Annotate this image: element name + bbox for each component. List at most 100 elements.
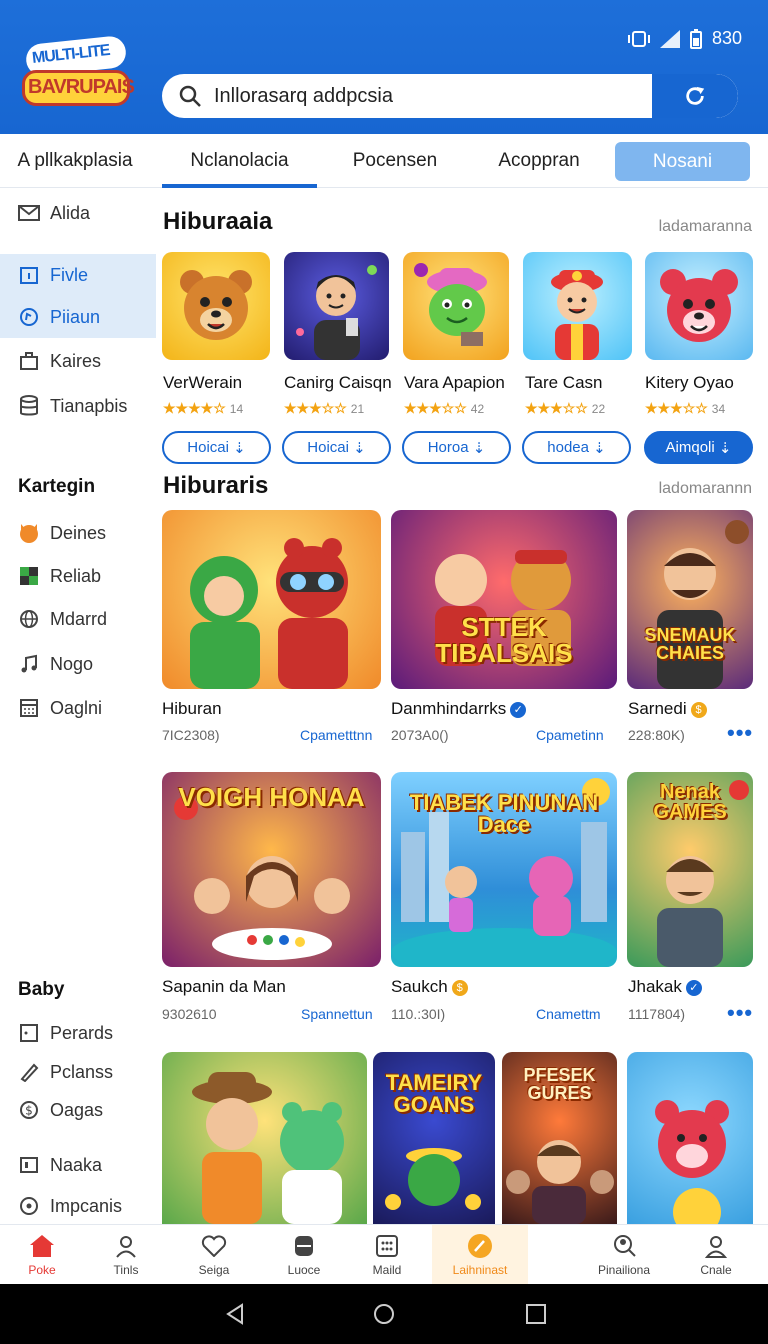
sidebar-item-mdarrd[interactable]: Mdarrd [0,598,156,640]
video-meta-4: 9302610 [162,1006,217,1022]
briefcase-icon [18,350,40,372]
thumb-title-5: TIABEK PINUNAN Dace [409,790,599,837]
sidebar-item-naaka[interactable]: Naaka [0,1144,156,1186]
video-link-1[interactable]: Cpametttnn [300,727,372,743]
refresh-icon [686,86,705,105]
video-title-2[interactable]: Danmhindarrks ✓ [391,699,527,719]
sidebar-item-perards[interactable]: Perards [0,1012,156,1054]
video-title-4[interactable]: Sapanin da Man [162,977,286,997]
more-options-icon[interactable]: ••• [727,1000,753,1026]
sidebar-item-reliab[interactable]: Reliab [0,555,156,597]
video-thumb-7[interactable] [162,1052,367,1224]
video-title-1[interactable]: Hiburan [162,699,222,719]
sidebar-item-mail[interactable]: Alida [0,192,156,234]
sidebar-item-kaires[interactable]: Kaires [0,340,156,382]
install-button-5[interactable]: Aimqoli ⇣ [644,431,753,464]
nav-item-tinls[interactable]: Tinls [86,1225,166,1285]
app-rating-3: ★★★☆☆ 42 [404,400,485,416]
circle-icon [18,1195,40,1217]
sidebar-item-deines[interactable]: Deines [0,512,156,554]
verified-icon: ✓ [510,701,527,718]
app-name-5: Kitery Oyao [645,373,734,392]
back-icon[interactable] [224,1302,248,1326]
square-icon [18,1022,40,1044]
search-icon [179,85,201,107]
tab-third[interactable]: Pocensen [330,134,460,188]
sidebar-item-oaglni[interactable]: Oaglni [0,687,156,729]
sidebar-item-tianapbis[interactable]: Tianapbis [0,385,156,427]
nav-item-seiga[interactable]: Seiga [174,1225,254,1285]
app-header: MULTI-LITE BAVRUPAIS 830 Inllorasarq add… [0,0,768,134]
app-logo[interactable]: MULTI-LITE BAVRUPAIS [22,34,135,112]
fox-icon [18,522,40,544]
video-thumb-4[interactable]: VOIGH HONAA [162,772,381,967]
app-icon-red-bear[interactable] [645,252,753,360]
video-thumb-2[interactable]: STTEK TIBALSAIS [391,510,617,689]
video-thumb-10[interactable] [627,1052,753,1224]
tab-all[interactable]: A pllkakplasia [10,134,140,188]
thumb-title-2: STTEK TIBALSAIS [435,612,573,668]
see-more-link-videos[interactable]: ladomarannn [659,480,752,498]
pen-icon [18,1061,40,1083]
user-icon [113,1233,139,1259]
video-title-3[interactable]: Sarnedi $ [628,699,707,719]
video-thumb-3[interactable]: SNEMAUK CHAIES [627,510,753,689]
sidebar-item-active-1[interactable]: Fivle [0,254,156,296]
home-button-icon[interactable] [372,1302,396,1326]
install-button-2[interactable]: Hoicai ⇣ [282,431,391,464]
heart-icon [201,1233,227,1259]
video-title-6[interactable]: Jhakak ✓ [628,977,702,997]
nav-item-luoce[interactable]: Luoce [264,1225,344,1285]
app-icon-firefighter-kid[interactable] [523,252,632,360]
search-bar[interactable]: Inllorasarq addpcsia [162,74,738,118]
verified-icon: ✓ [685,979,702,996]
vibrate-icon [627,30,650,47]
calculator-icon [18,697,40,719]
install-button-4[interactable]: hodea ⇣ [522,431,631,464]
baby-heading: Baby [18,979,65,1000]
video-thumb-9[interactable]: PFESEK GURES [502,1052,617,1224]
app-icon-bear[interactable] [162,252,270,360]
nav-item-pinailiona[interactable]: Pinailiona [584,1225,664,1285]
install-button-1[interactable]: Hoicai ⇣ [162,431,271,464]
status-bar: 830 [627,28,742,49]
video-thumb-1[interactable] [162,510,381,689]
sidebar-item-pclanss[interactable]: Pclanss [0,1051,156,1093]
nav-item-home[interactable]: Poke [2,1225,82,1285]
recents-icon[interactable] [524,1302,548,1326]
sidebar-item-oagas[interactable]: $ Oagas [0,1089,156,1131]
thumb-title-6: Nenak GAMES [653,781,727,823]
profile-icon [703,1233,729,1259]
refresh-button[interactable] [652,74,738,118]
see-more-link-apps[interactable]: ladamaranna [659,218,752,236]
search-input[interactable]: Inllorasarq addpcsia [214,85,393,108]
nav-item-cnale[interactable]: Cnale [676,1225,756,1285]
video-link-5[interactable]: Cnamettm [536,1006,601,1022]
video-thumb-8[interactable]: TAMEIRY GOANS [373,1052,495,1224]
video-link-4[interactable]: Spannettun [301,1006,373,1022]
home-icon [29,1233,55,1259]
tab-fourth[interactable]: Acoppran [474,134,604,188]
nav-item-maild[interactable]: Maild [347,1225,427,1285]
app-rating-2: ★★★☆☆ 21 [284,400,365,416]
app-rating-4: ★★★☆☆ 22 [525,400,606,416]
more-options-icon[interactable]: ••• [727,720,753,746]
status-time: 830 [711,28,742,48]
sidebar-item-impcanis[interactable]: Impcanis [0,1185,156,1227]
calendar-icon [18,264,40,286]
sidebar-item-active-2[interactable]: Piiaun [0,296,156,338]
video-link-2[interactable]: Cpametinn [536,727,604,743]
video-thumb-5[interactable]: TIABEK PINUNAN Dace [391,772,617,967]
app-icon-boy-phone[interactable] [284,252,389,360]
app-icon-green-creature[interactable] [403,252,509,360]
tab-selected[interactable]: Nclanolacia [162,134,317,188]
tab-pill-button[interactable]: Nosani [615,142,750,181]
video-title-5[interactable]: Saukch $ [391,977,468,997]
video-meta-2: 2073A0() [391,727,449,743]
video-thumb-6[interactable]: Nenak GAMES [627,772,753,967]
sidebar-item-nogo[interactable]: Nogo [0,643,156,685]
install-button-3[interactable]: Horoa ⇣ [402,431,511,464]
tablet-icon [18,1154,40,1176]
bottom-nav: Poke Tinls Seiga Luoce Maild Laihninast … [0,1224,768,1285]
nav-item-laihninast[interactable]: Laihninast [432,1225,528,1285]
